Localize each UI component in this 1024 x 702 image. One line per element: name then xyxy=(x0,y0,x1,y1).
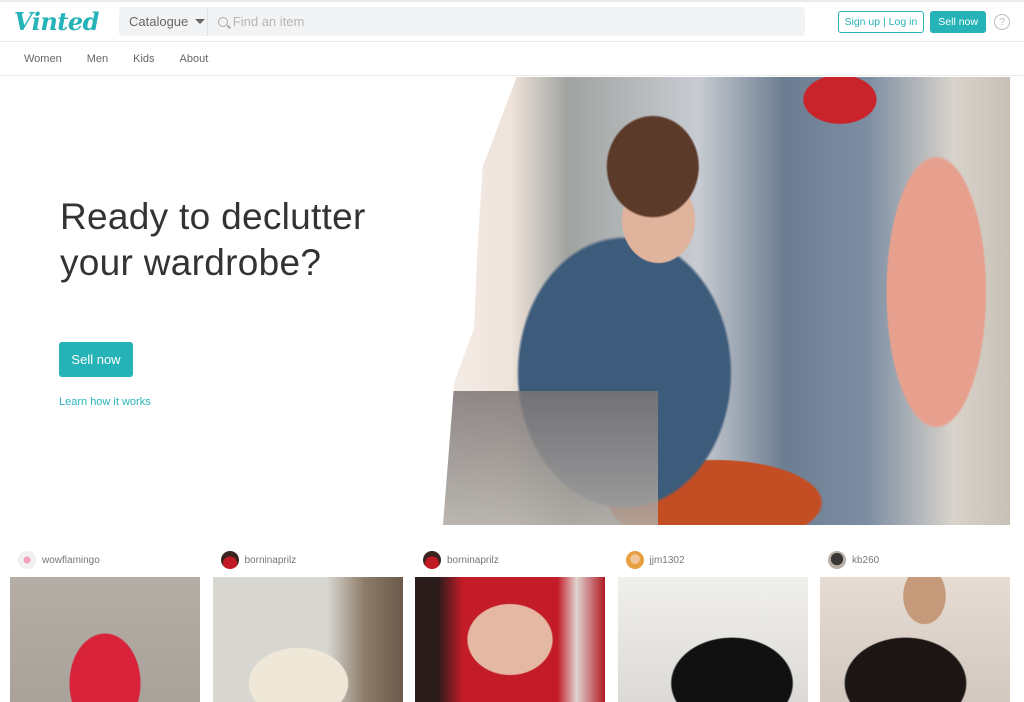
username[interactable]: wowflamingo xyxy=(42,555,100,566)
nav-item-about[interactable]: About xyxy=(180,53,209,65)
username[interactable]: kb260 xyxy=(852,555,879,566)
item-photo[interactable] xyxy=(10,577,200,702)
avatar[interactable] xyxy=(423,551,441,569)
card-user[interactable]: borninaprilz xyxy=(415,547,605,573)
header-sell-now-button[interactable]: Sell now xyxy=(930,11,986,33)
avatar[interactable] xyxy=(18,551,36,569)
nav-item-men[interactable]: Men xyxy=(87,53,108,65)
header: Vinted Catalogue Sign up | Log in Sell n… xyxy=(0,2,1024,42)
hero-sell-now-button[interactable]: Sell now xyxy=(59,342,133,377)
item-card[interactable]: wowflamingo xyxy=(10,547,200,702)
hero-title-line-1: Ready to declutter xyxy=(60,196,366,237)
item-card[interactable]: borninaprilz xyxy=(415,547,605,702)
username[interactable]: borninaprilz xyxy=(245,555,297,566)
vinted-logo[interactable]: Vinted xyxy=(14,7,118,36)
avatar[interactable] xyxy=(220,551,239,569)
header-actions: Sign up | Log in Sell now ? xyxy=(837,2,1010,42)
nav-item-women[interactable]: Women xyxy=(24,53,62,65)
item-photo[interactable] xyxy=(617,577,808,702)
card-user[interactable]: jjm1302 xyxy=(618,547,808,573)
search-field[interactable] xyxy=(208,14,805,29)
item-card[interactable]: borninaprilz xyxy=(212,547,403,702)
item-photo[interactable] xyxy=(415,577,605,702)
username[interactable]: jjm1302 xyxy=(650,555,685,566)
hero-title-line-2: your wardrobe? xyxy=(60,242,322,283)
nav-item-kids[interactable]: Kids xyxy=(133,53,154,65)
item-card[interactable]: jjm1302 xyxy=(617,547,808,702)
card-user[interactable]: kb260 xyxy=(820,547,1010,573)
item-photo[interactable] xyxy=(820,577,1010,702)
chevron-down-icon xyxy=(195,19,206,24)
hero-banner: Ready to declutter your wardrobe? Sell n… xyxy=(0,76,1024,526)
catalogue-label: Catalogue xyxy=(129,14,189,29)
category-nav: Women Men Kids About xyxy=(0,42,1024,76)
search-input[interactable] xyxy=(232,14,805,29)
search-bar: Catalogue xyxy=(119,7,805,36)
avatar[interactable] xyxy=(828,551,846,569)
hero-image xyxy=(443,77,1010,525)
learn-how-it-works-link[interactable]: Learn how it works xyxy=(59,396,151,408)
hero-title: Ready to declutter your wardrobe? xyxy=(60,194,366,286)
card-user[interactable]: borninaprilz xyxy=(213,547,403,573)
avatar[interactable] xyxy=(625,551,644,569)
item-feed: wowflamingo borninaprilz borninaprilz jj… xyxy=(0,547,1024,702)
help-icon[interactable]: ? xyxy=(994,14,1010,30)
search-icon xyxy=(218,16,228,27)
username[interactable]: borninaprilz xyxy=(447,555,499,566)
item-card[interactable]: kb260 xyxy=(820,547,1010,702)
signup-login-button[interactable]: Sign up | Log in xyxy=(837,11,925,33)
item-photo[interactable] xyxy=(212,577,403,702)
catalogue-dropdown[interactable]: Catalogue xyxy=(119,7,208,36)
card-user[interactable]: wowflamingo xyxy=(10,547,200,573)
hero-image-bed xyxy=(443,390,659,525)
